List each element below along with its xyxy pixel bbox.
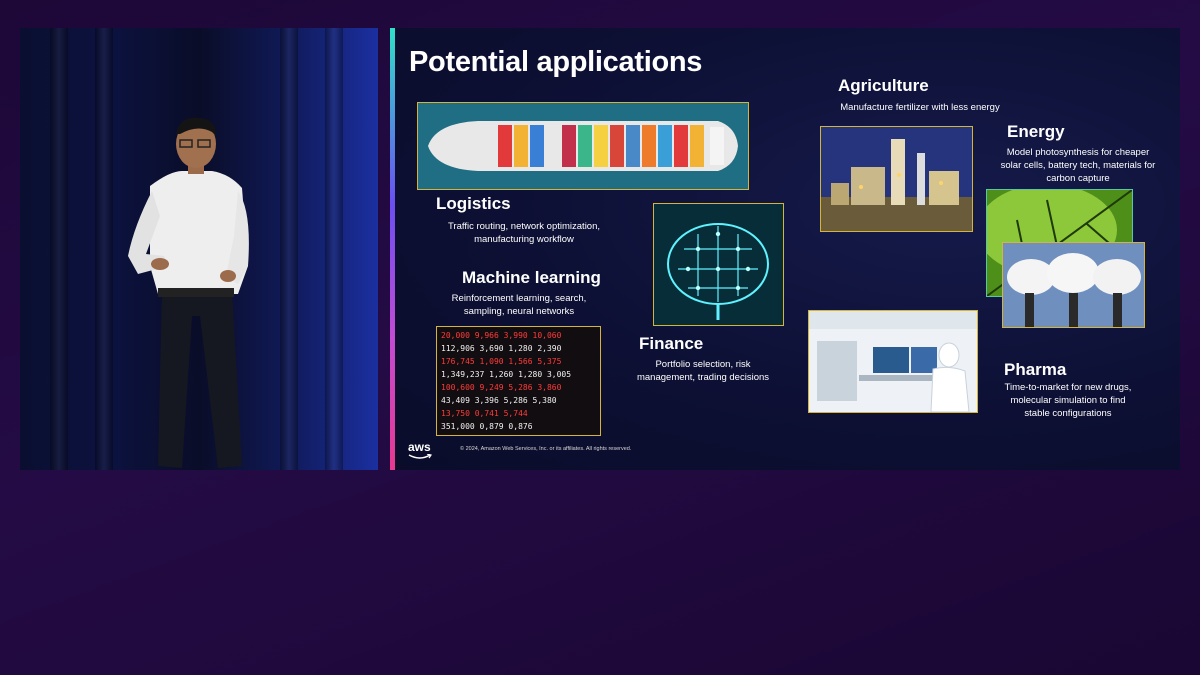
ticker-row: 1,349,237 1,260 1,280 3,005	[441, 370, 572, 379]
curtain-fold	[325, 28, 343, 470]
agriculture-heading: Agriculture	[838, 76, 929, 95]
ticker-row: 351,000 0,879 0,876	[441, 422, 533, 431]
presentation-slide: Potential applications Logistics Traffic…	[390, 28, 1180, 470]
agriculture-description: Manufacture fertilizer with less energy	[840, 102, 1000, 113]
energy-heading: Energy	[1007, 122, 1065, 141]
logistics-ship-photo	[417, 102, 749, 190]
energy-desc-line: carbon capture	[1046, 173, 1110, 184]
aws-logo-text: aws	[408, 440, 431, 454]
logistics-description: Traffic routing, network optimization, m…	[434, 220, 614, 246]
energy-desc-line: solar cells, battery tech, materials for	[1000, 160, 1156, 171]
logistics-desc-line: Traffic routing, network optimization,	[447, 221, 601, 232]
curtain-fold	[50, 28, 68, 470]
pharma-desc-line: molecular simulation to find	[1010, 395, 1126, 406]
aws-smile-icon	[408, 454, 432, 459]
speaker-person	[128, 117, 249, 468]
ticker-row: 13,750 0,741 5,744	[441, 409, 528, 418]
ticker-row: 112,906 3,690 1,280 2,390	[441, 344, 562, 353]
logistics-desc-line: manufacturing workflow	[474, 234, 574, 245]
ml-brain-photo	[653, 203, 784, 326]
finance-desc-line: management, trading decisions	[636, 372, 770, 383]
ticker-row: 100,600 9,249 5,286 3,860	[441, 383, 562, 392]
pharma-description: Time-to-market for new drugs, molecular …	[990, 381, 1146, 420]
ml-desc-line: Reinforcement learning, search,	[451, 293, 587, 304]
finance-description: Portfolio selection, risk management, tr…	[628, 358, 778, 384]
finance-ticker-photo: 20,000 9,966 3,990 10,060 112,906 3,690 …	[436, 326, 601, 436]
ticker-row: 20,000 9,966 3,990 10,060	[441, 331, 562, 340]
pharma-lab-photo	[808, 310, 978, 413]
machine-learning-heading: Machine learning	[462, 268, 601, 287]
agriculture-plant-photo	[820, 126, 973, 232]
pharma-desc-line: Time-to-market for new drugs,	[1004, 382, 1132, 393]
slide-accent-bar	[390, 28, 395, 470]
ticker-row: 176,745 1,090 1,566 5,375	[441, 357, 562, 366]
energy-desc-line: Model photosynthesis for cheaper	[1006, 147, 1150, 158]
energy-description: Model photosynthesis for cheaper solar c…	[988, 146, 1168, 185]
curtain-fold	[280, 28, 298, 470]
aws-logo: aws	[408, 440, 432, 459]
ml-desc-line: sampling, neural networks	[463, 306, 575, 317]
finance-heading: Finance	[639, 334, 704, 353]
slide-title: Potential applications	[409, 46, 703, 78]
pharma-heading: Pharma	[1004, 360, 1067, 379]
energy-smokestacks-photo	[1002, 242, 1145, 328]
machine-learning-description: Reinforcement learning, search, sampling…	[434, 292, 604, 318]
pharma-desc-line: stable configurations	[1024, 408, 1112, 419]
speaker-video	[20, 28, 378, 470]
finance-desc-line: Portfolio selection, risk	[655, 359, 751, 370]
copyright-notice: © 2024, Amazon Web Services, Inc. or its…	[460, 446, 632, 452]
ticker-row: 43,409 3,396 5,286 5,380	[441, 396, 557, 405]
curtain-fold	[95, 28, 113, 470]
logistics-heading: Logistics	[436, 194, 511, 213]
